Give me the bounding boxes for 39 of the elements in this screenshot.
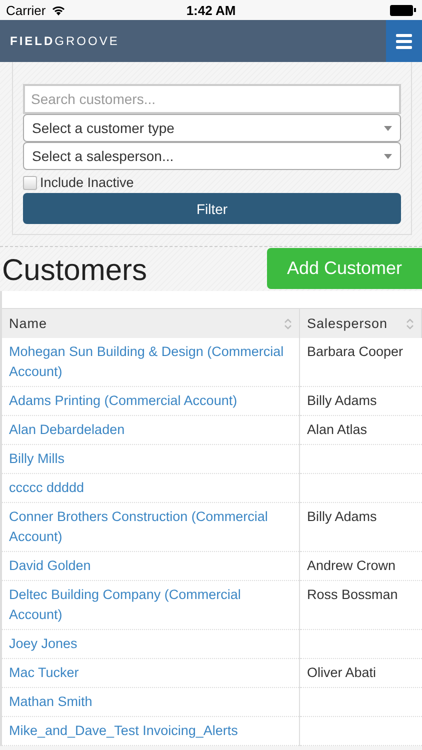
time-label: 1:42 AM xyxy=(186,2,236,18)
customer-link[interactable]: Conner Brothers Construction (Commercial Account) xyxy=(9,507,292,547)
salesperson-cell: Billy Adams xyxy=(307,393,377,408)
caret-icon xyxy=(384,154,392,158)
customer-link[interactable]: ccccc ddddd xyxy=(9,478,292,498)
sort-icon xyxy=(284,318,292,330)
customer-link[interactable]: Mohegan Sun Building & Design (Commercial Account) xyxy=(9,342,292,382)
wifi-icon xyxy=(50,4,66,16)
sort-icon xyxy=(406,318,414,330)
select-dropdown[interactable]: Select a salesperson... xyxy=(23,142,401,170)
menu-button[interactable] xyxy=(386,20,422,62)
customer-link[interactable]: Mathan Smith xyxy=(9,692,292,712)
salesperson-cell: Ross Bossman xyxy=(307,587,398,602)
filter-button[interactable]: Filter xyxy=(23,193,401,224)
salesperson-cell: Alan Atlas xyxy=(307,422,368,437)
select-dropdown[interactable]: Select a customer type xyxy=(23,114,401,142)
caret-icon xyxy=(384,126,392,130)
battery-icon xyxy=(390,4,416,16)
customer-link[interactable]: Billy Mills xyxy=(9,449,292,469)
customer-link[interactable]: Adams Printing (Commercial Account) xyxy=(9,391,292,411)
column-header[interactable]: Name xyxy=(2,308,300,338)
customer-link[interactable]: Mac Tucker xyxy=(9,663,292,683)
search-field[interactable]: Search customers... xyxy=(23,84,401,114)
customer-link[interactable]: Deltec Building Company (Commercial Account) xyxy=(9,585,292,625)
carrier-label: Carrier xyxy=(6,2,46,18)
add-customer-button[interactable]: Add Customer xyxy=(267,248,422,288)
customer-link[interactable]: Joey Jones xyxy=(9,634,292,654)
salesperson-cell: Oliver Abati xyxy=(307,665,376,680)
checkbox-label: Include Inactive xyxy=(40,175,134,190)
salesperson-cell: Billy Adams xyxy=(307,509,377,524)
checkbox[interactable] xyxy=(23,176,37,190)
salesperson-cell: Barbara Cooper xyxy=(307,344,404,359)
salesperson-cell: Andrew Crown xyxy=(307,558,396,573)
customer-link[interactable]: Alan Debardeladen xyxy=(9,420,292,440)
page-title: Customers xyxy=(2,254,148,288)
customer-link[interactable]: Mike_and_Dave_Test Invoicing_Alerts xyxy=(9,721,292,741)
logo: FIELDGROOVE xyxy=(10,34,120,48)
column-header[interactable]: Salesperson xyxy=(300,308,422,338)
customer-link[interactable]: David Golden xyxy=(9,556,292,576)
